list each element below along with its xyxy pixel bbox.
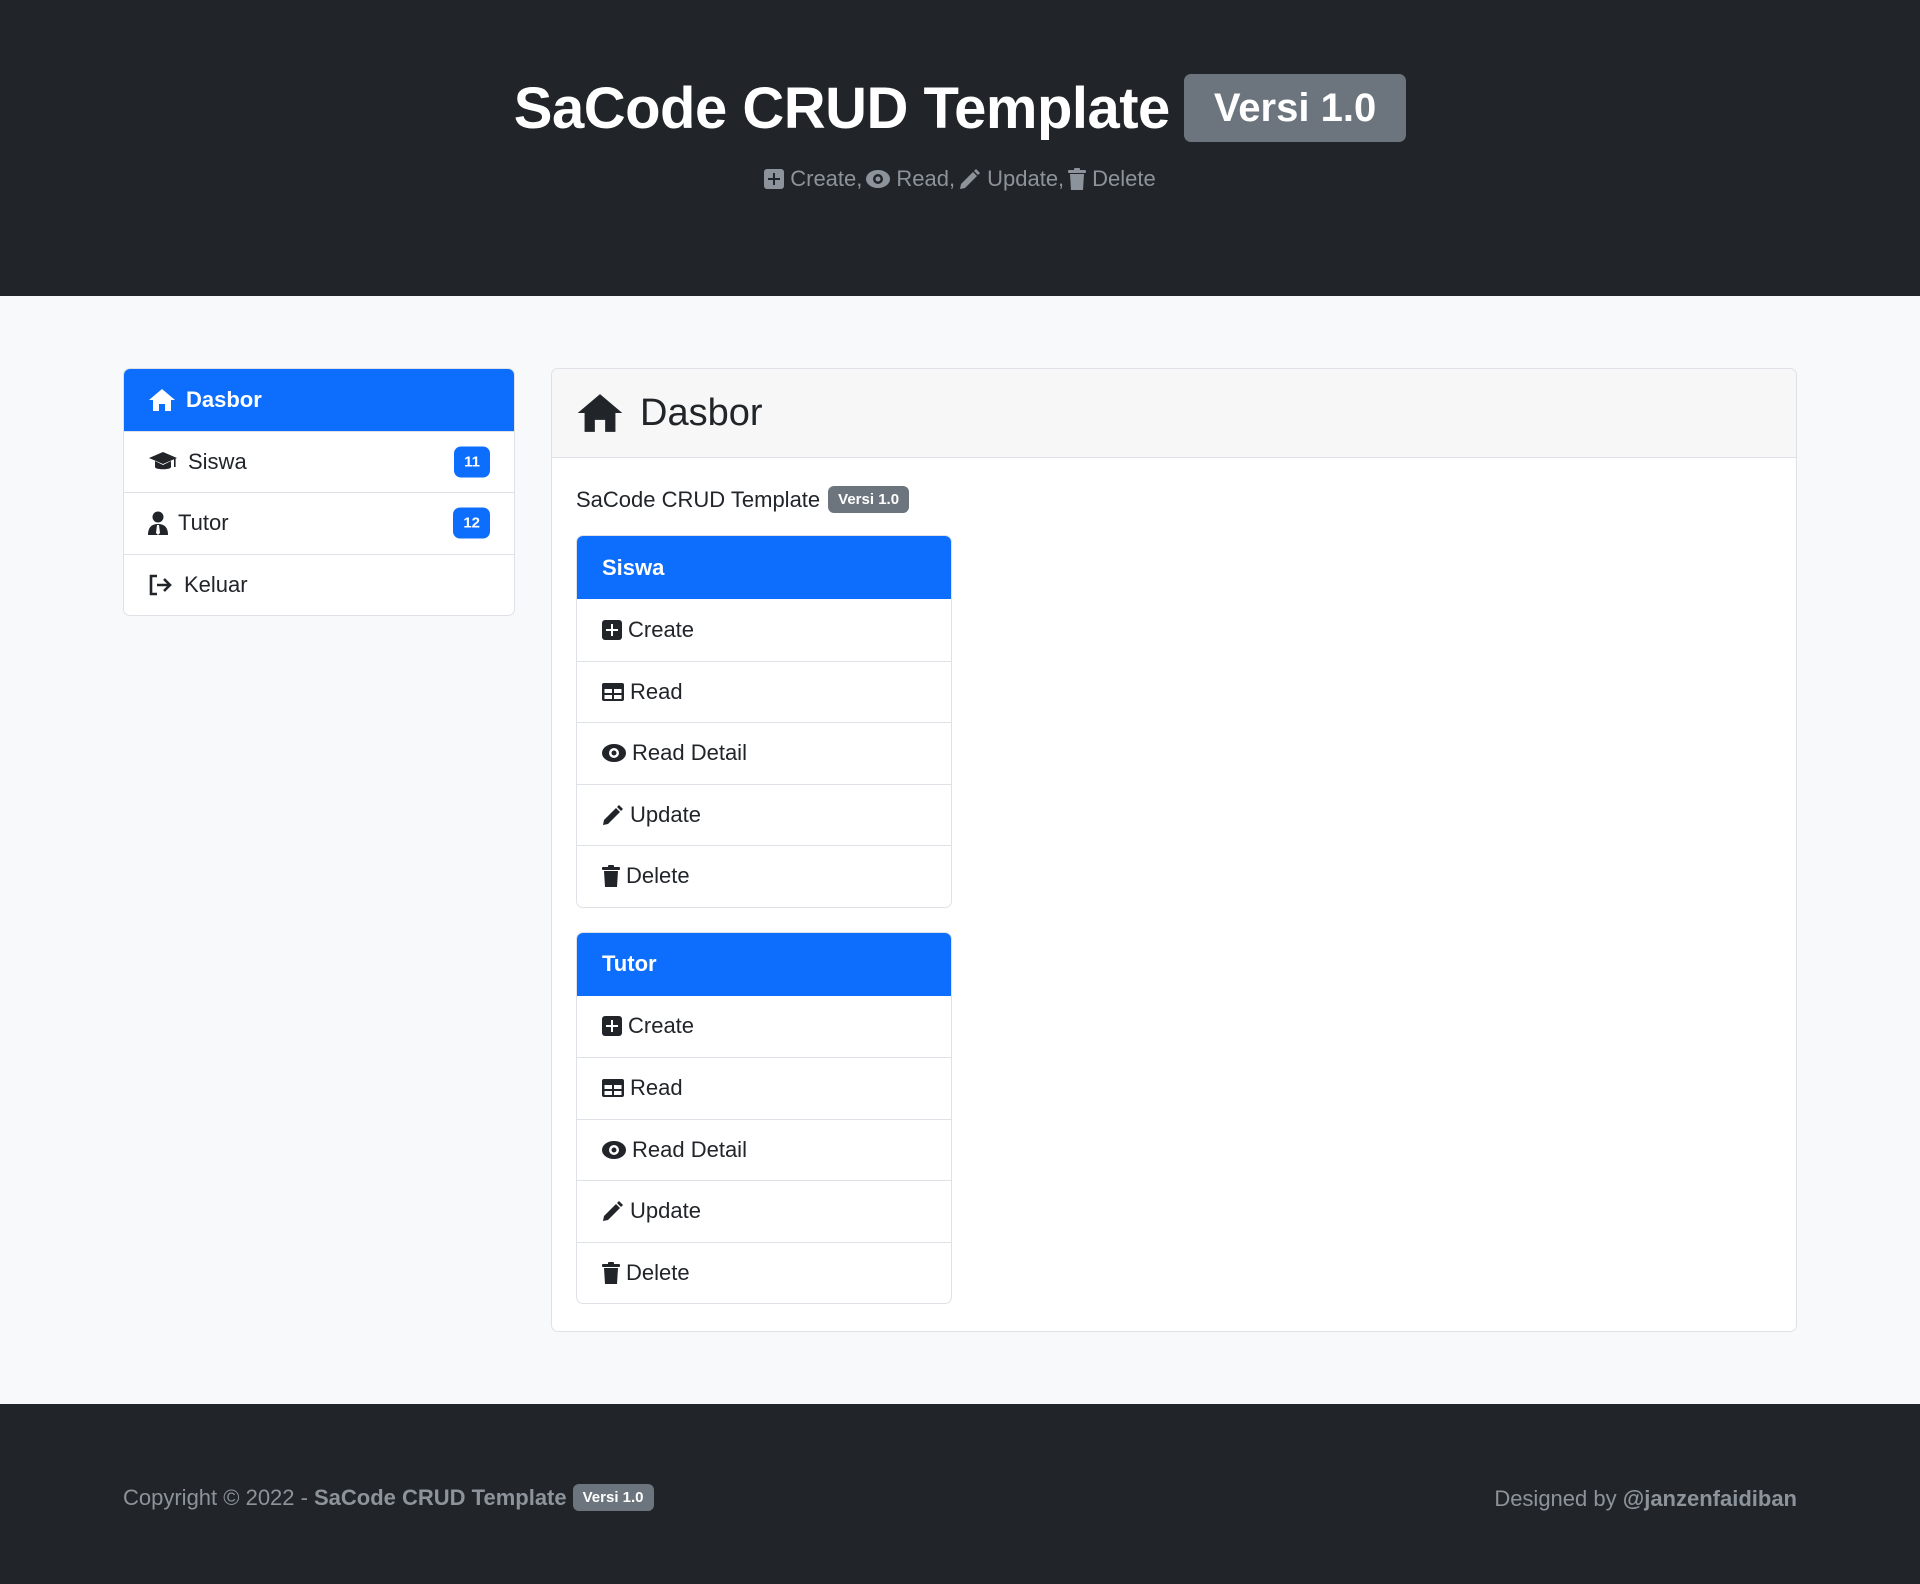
list-item-label: Read Detail [632, 740, 747, 766]
subtitle-delete: Delete [1068, 166, 1156, 192]
hero-header: SaCode CRUD Template Versi 1.0 Create, R… [0, 0, 1920, 296]
siswa-count-badge: 11 [454, 446, 490, 478]
dashboard-card-header: Dasbor [552, 369, 1796, 458]
subtitle-create-label: Create, [790, 166, 863, 191]
hero-subtitle: Create, Read, Update, Delete [0, 166, 1920, 192]
dashboard-card: Dasbor SaCode CRUD Template Versi 1.0 Si… [551, 368, 1797, 1332]
sign-out-icon [148, 574, 184, 596]
eye-icon [866, 169, 891, 189]
user-tie-icon [148, 511, 178, 536]
designed-by-text: Designed by [1494, 1486, 1617, 1511]
author-link[interactable]: @janzenfaidiban [1623, 1486, 1797, 1511]
page-title: Dasbor [640, 391, 763, 434]
sidebar-item-label: Dasbor [186, 386, 262, 412]
subtitle-create: Create, [764, 166, 862, 192]
footer-version-badge: Versi 1.0 [572, 1484, 654, 1511]
footer-credit: Designed by @janzenfaidiban [1494, 1486, 1797, 1512]
plus-square-icon [602, 619, 622, 640]
table-icon [602, 682, 624, 701]
tutor-card: Tutor Create Read Read Detail Update Del… [576, 931, 952, 1304]
list-item-label: Delete [626, 1259, 690, 1285]
subtitle-update: Update, [959, 166, 1064, 192]
copyright-text: Copyright © 2022 - [123, 1484, 308, 1510]
tutor-card-header: Tutor [577, 932, 951, 996]
hero-title-row: SaCode CRUD Template Versi 1.0 [0, 74, 1920, 142]
table-icon [602, 1079, 624, 1098]
subtitle-delete-label: Delete [1092, 166, 1156, 191]
list-item-label: Read [630, 1075, 683, 1101]
list-item-label: Update [630, 1198, 701, 1224]
subtitle-read: Read, [866, 166, 955, 192]
siswa-create-link[interactable]: Create [577, 599, 951, 661]
siswa-update-link[interactable]: Update [577, 783, 951, 846]
siswa-read-link[interactable]: Read [577, 660, 951, 723]
sidebar-item-dasbor[interactable]: Dasbor [124, 369, 514, 431]
pencil-icon [602, 1200, 624, 1222]
siswa-read-detail-link[interactable]: Read Detail [577, 722, 951, 784]
trash-icon [602, 1261, 620, 1284]
list-item-label: Create [628, 616, 695, 642]
intro-text: SaCode CRUD Template [576, 486, 821, 512]
intro-line: SaCode CRUD Template Versi 1.0 [576, 486, 1772, 513]
sidebar: Dasbor Siswa 11 Tutor 12 Keluar [123, 368, 515, 616]
sidebar-item-label: Tutor [178, 510, 229, 536]
tutor-read-detail-link[interactable]: Read Detail [577, 1118, 951, 1181]
subtitle-read-label: Read, [896, 166, 956, 191]
dashboard-card-body: SaCode CRUD Template Versi 1.0 Siswa Cre… [552, 458, 1796, 1331]
tutor-update-link[interactable]: Update [577, 1180, 951, 1242]
eye-icon [602, 1140, 626, 1160]
footer-copyright: Copyright © 2022 - SaCode CRUD Template … [123, 1484, 654, 1511]
list-item-label: Read Detail [632, 1136, 747, 1162]
subtitle-update-label: Update, [987, 166, 1065, 191]
pencil-icon [602, 804, 624, 826]
home-icon [576, 391, 624, 435]
sidebar-item-label: Keluar [184, 571, 248, 597]
pencil-icon [959, 168, 981, 190]
tutor-delete-link[interactable]: Delete [577, 1241, 951, 1304]
tutor-create-link[interactable]: Create [577, 996, 951, 1058]
footer-brand: SaCode CRUD Template [313, 1484, 567, 1510]
trash-icon [1068, 168, 1087, 190]
sidebar-item-label: Siswa [188, 448, 247, 474]
sidebar-item-keluar[interactable]: Keluar [124, 553, 514, 616]
sidebar-item-tutor[interactable]: Tutor 12 [124, 492, 514, 554]
graduation-cap-icon [148, 451, 188, 473]
app-title: SaCode CRUD Template [513, 75, 1171, 141]
eye-icon [602, 743, 626, 763]
tutor-count-badge: 12 [453, 507, 490, 539]
home-icon [148, 388, 186, 412]
siswa-delete-link[interactable]: Delete [577, 845, 951, 907]
siswa-card: Siswa Create Read Read Detail Update Del… [576, 535, 952, 908]
sidebar-item-siswa[interactable]: Siswa 11 [124, 430, 514, 493]
plus-square-icon [602, 1016, 622, 1037]
list-item-label: Delete [626, 863, 690, 889]
footer: Copyright © 2022 - SaCode CRUD Template … [0, 1404, 1920, 1584]
version-badge: Versi 1.0 [1183, 74, 1407, 142]
version-badge: Versi 1.0 [828, 486, 910, 513]
siswa-card-header: Siswa [577, 536, 951, 599]
plus-square-icon [764, 169, 785, 189]
list-item-label: Read [630, 678, 683, 704]
list-item-label: Create [628, 1013, 695, 1039]
tutor-read-link[interactable]: Read [577, 1057, 951, 1119]
trash-icon [602, 865, 620, 888]
list-item-label: Update [630, 801, 701, 827]
